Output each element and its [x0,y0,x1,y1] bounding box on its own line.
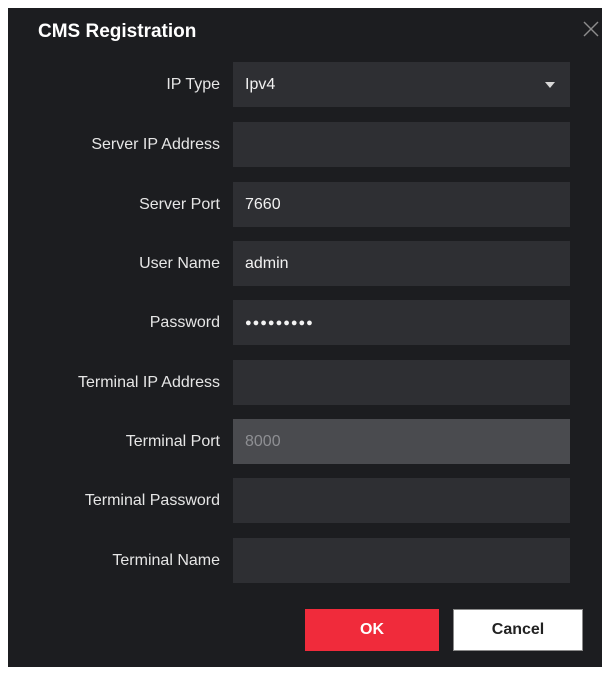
ip-type-value: Ipv4 [245,76,276,93]
user-name-row: User Name admin [8,241,602,286]
server-port-row: Server Port 7660 [8,182,602,227]
server-ip-label: Server IP Address [91,136,220,153]
terminal-name-label: Terminal Name [112,552,220,569]
terminal-ip-input[interactable] [233,360,570,405]
terminal-ip-row: Terminal IP Address [8,360,602,405]
terminal-name-input[interactable] [233,538,570,583]
dialog-title: CMS Registration [38,21,197,42]
server-port-label: Server Port [139,196,220,213]
user-name-input[interactable]: admin [233,241,570,286]
user-name-label: User Name [139,255,220,272]
server-ip-input[interactable] [233,122,570,167]
terminal-password-label: Terminal Password [84,492,220,509]
terminal-port-input: 8000 [233,419,570,464]
password-label: Password [149,314,220,331]
chevron-down-icon [545,82,555,88]
ok-button[interactable]: OK [305,609,439,651]
terminal-password-input[interactable] [233,478,570,523]
close-icon[interactable] [580,18,602,40]
password-row: Password ●●●●●●●●● [8,300,602,345]
terminal-ip-label: Terminal IP Address [78,374,220,391]
ip-type-select[interactable]: Ipv4 [233,62,570,107]
terminal-port-row: Terminal Port 8000 [8,419,602,464]
terminal-name-row: Terminal Name [8,538,602,583]
password-input[interactable]: ●●●●●●●●● [233,300,570,345]
ip-type-label: IP Type [166,76,220,93]
password-mask: ●●●●●●●●● [245,317,314,329]
ip-type-row: IP Type Ipv4 [8,62,602,107]
server-ip-row: Server IP Address [8,122,602,167]
cancel-button[interactable]: Cancel [453,609,583,651]
cms-registration-dialog: CMS Registration IP Type Ipv4 Server IP … [8,8,602,667]
terminal-password-row: Terminal Password [8,478,602,523]
server-port-input[interactable]: 7660 [233,182,570,227]
terminal-port-label: Terminal Port [125,433,220,450]
